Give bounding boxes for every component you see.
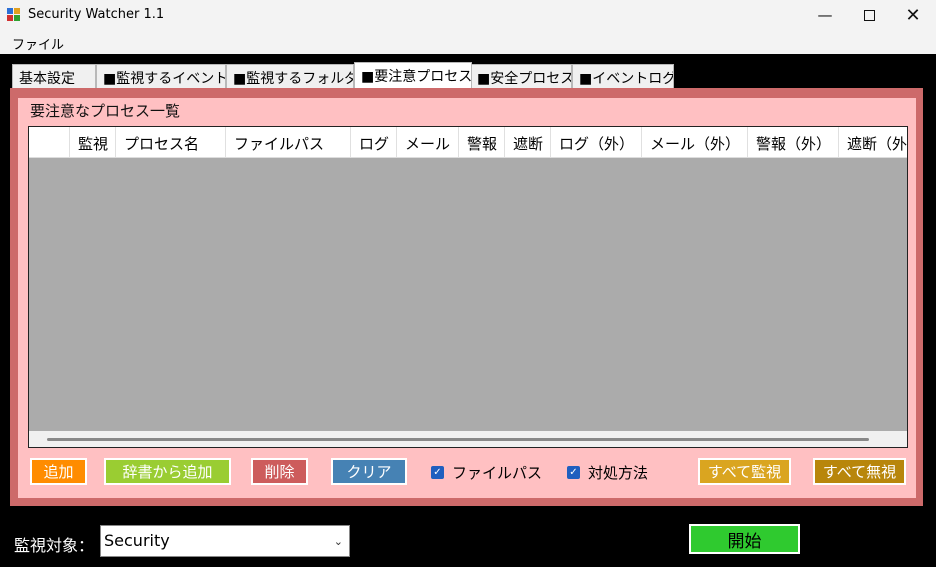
maximize-button[interactable] (846, 0, 892, 30)
col-row-header (29, 127, 70, 157)
col-log[interactable]: ログ (351, 127, 397, 157)
start-button[interactable]: 開始 (689, 524, 800, 554)
horizontal-scrollbar[interactable] (29, 431, 907, 447)
monitor-target-select[interactable]: Security ⌄ (100, 525, 350, 557)
col-mail-external[interactable]: メール（外） (642, 127, 748, 157)
monitor-target-value: Security (104, 531, 170, 550)
countermeasure-checkbox-label: 対処方法 (588, 463, 649, 482)
maximize-icon (863, 9, 875, 21)
file-path-checkbox[interactable]: ✓ ファイルパス (431, 463, 543, 482)
close-button[interactable]: ✕ (890, 0, 936, 30)
tab-monitored-events[interactable]: ■監視するイベント (96, 64, 226, 88)
app-icon (7, 8, 21, 21)
tab-safe-processes[interactable]: ■安全プロセス (470, 64, 572, 88)
monitor-target-label: 監視対象： (14, 536, 95, 555)
tab-monitored-folders[interactable]: ■監視するフォルダ (226, 64, 354, 88)
group-title: 要注意なプロセス一覧 (30, 102, 181, 120)
col-mail[interactable]: メール (397, 127, 459, 157)
col-monitor[interactable]: 監視 (70, 127, 116, 157)
col-alarm[interactable]: 警報 (459, 127, 505, 157)
ignore-all-button[interactable]: すべて無視 (813, 458, 906, 485)
delete-button[interactable]: 削除 (251, 458, 308, 485)
clear-button[interactable]: クリア (331, 458, 407, 485)
tab-event-log[interactable]: ■イベントログ (572, 64, 674, 88)
col-file-path[interactable]: ファイルパス (226, 127, 351, 157)
checkmark-icon: ✓ (431, 465, 444, 479)
process-grid[interactable]: 監視 プロセス名 ファイルパス ログ メール 警報 遮断 ログ（外） メール（外… (28, 126, 908, 448)
window-title: Security Watcher 1.1 (28, 7, 165, 22)
file-path-checkbox-label: ファイルパス (452, 463, 543, 482)
countermeasure-checkbox[interactable]: ✓ 対処方法 (567, 463, 649, 482)
menu-file[interactable]: ファイル (12, 34, 64, 53)
monitor-all-button[interactable]: すべて監視 (698, 458, 791, 485)
chevron-down-icon: ⌄ (333, 535, 343, 548)
tab-watch-processes[interactable]: ■要注意プロセス (354, 62, 472, 90)
checkmark-icon: ✓ (567, 465, 580, 479)
col-log-external[interactable]: ログ（外） (551, 127, 642, 157)
col-block-external[interactable]: 遮断（外） (839, 127, 907, 157)
menu-bar: ファイル (0, 30, 936, 54)
minimize-icon: — (817, 6, 833, 24)
add-button[interactable]: 追加 (30, 458, 87, 485)
col-block[interactable]: 遮断 (505, 127, 551, 157)
add-from-dictionary-button[interactable]: 辞書から追加 (104, 458, 231, 485)
minimize-button[interactable]: — (802, 0, 848, 30)
grid-header: 監視 プロセス名 ファイルパス ログ メール 警報 遮断 ログ（外） メール（外… (29, 127, 907, 158)
scrollbar-thumb[interactable] (47, 438, 869, 441)
close-icon: ✕ (905, 4, 921, 26)
tab-basic-settings[interactable]: 基本設定 (12, 64, 96, 88)
title-bar: Security Watcher 1.1 — ✕ (0, 0, 936, 30)
col-process-name[interactable]: プロセス名 (116, 127, 226, 157)
col-alarm-external[interactable]: 警報（外） (748, 127, 839, 157)
